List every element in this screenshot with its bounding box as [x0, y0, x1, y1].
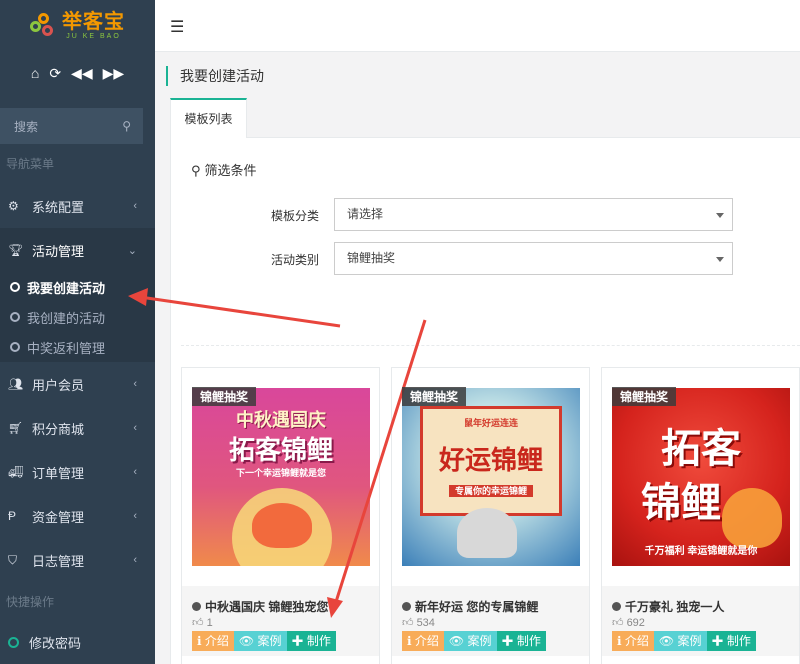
chevron-left-icon: ‹: [133, 422, 137, 434]
dot-icon: [612, 602, 621, 611]
sidebar: 举客宝 JU KE BAO ⌂ ⟳ ◀◀ ▶▶ 搜索 ⚲ 导航菜单 ⚙ 系统配置…: [0, 0, 155, 664]
divider: [181, 345, 800, 346]
logo-subtext: JU KE BAO: [66, 32, 121, 40]
menu-toggle-icon[interactable]: ☰: [170, 17, 184, 37]
filter-row-type: 活动类别 锦鲤抽奖: [171, 242, 800, 276]
category-badge: 锦鲤抽奖: [192, 387, 257, 406]
quick-toolbar: ⌂ ⟳ ◀◀ ▶▶: [0, 52, 155, 94]
intro-button[interactable]: ℹ 介绍: [402, 631, 444, 651]
logo[interactable]: 举客宝 JU KE BAO: [0, 0, 155, 52]
card-title: 中秋遇国庆 锦鲤独宠您: [192, 598, 332, 615]
sidebar-subitem-create-activity[interactable]: 我要创建活动: [0, 272, 155, 302]
circle-icon: [10, 312, 20, 322]
paypal-icon: Ᵽ: [8, 509, 17, 523]
intro-button[interactable]: ℹ 介绍: [192, 631, 234, 651]
sidebar-item-change-password[interactable]: 修改密码: [0, 622, 155, 662]
search-icon[interactable]: ⚲: [122, 119, 131, 133]
category-badge: 锦鲤抽奖: [612, 387, 677, 406]
sidebar-item-members[interactable]: 👥︎ 用户会员 ‹: [0, 362, 155, 406]
card-title: 新年好运 您的专属锦鲤: [402, 598, 542, 615]
poster-image[interactable]: 中秋遇国庆 拓客锦鲤 下一个幸运锦鲤就是您: [192, 388, 370, 566]
gear-icon: ⚙: [8, 199, 19, 213]
card-info: 新年好运 您的专属锦鲤 👍︎ 534 ℹ 介绍 👁︎ 案例 ✚ 制作: [392, 586, 589, 656]
make-button[interactable]: ✚ 制作: [286, 631, 336, 651]
sidebar-subitem-my-activities[interactable]: 我创建的活动: [0, 302, 155, 332]
like-count: 👍︎ 692: [612, 617, 645, 629]
case-button[interactable]: 👁︎ 案例: [653, 631, 707, 651]
trophy-icon: 🏆︎: [8, 243, 24, 257]
make-button[interactable]: ✚ 制作: [706, 631, 756, 651]
sidebar-item-activity-manage[interactable]: 🏆︎ 活动管理 ⌄: [0, 228, 155, 272]
caret-down-icon: [716, 257, 724, 262]
forward-icon[interactable]: ▶▶: [103, 65, 125, 82]
chevron-left-icon: ‹: [133, 554, 137, 566]
sidebar-subitem-prize-rebate[interactable]: 中奖返利管理: [0, 332, 155, 362]
sidebar-item-orders[interactable]: 🚚︎ 订单管理 ‹: [0, 450, 155, 494]
case-button[interactable]: 👁︎ 案例: [443, 631, 497, 651]
search-icon: ⚲: [191, 163, 201, 178]
filter-row-category: 模板分类 请选择: [171, 198, 800, 232]
dot-icon: [192, 602, 201, 611]
main-content: ⚲ 筛选条件 模板分类 请选择 活动类别 锦鲤抽奖 锦鲤抽奖 中秋遇国庆 拓客锦鲤…: [170, 138, 800, 664]
card-title: 千万豪礼 独宠一人: [612, 598, 752, 615]
poster-image[interactable]: 鼠年好运连连 好运锦鲤 专属你的幸运锦鲤: [402, 388, 580, 566]
circle-icon: [10, 342, 20, 352]
nav-header: 导航菜单: [6, 157, 55, 171]
template-card[interactable]: 锦鲤抽奖 拓客 锦鲤 千万福利 幸运锦鲤就是你 千万豪礼 独宠一人 👍︎ 692…: [601, 367, 800, 664]
template-card[interactable]: 锦鲤抽奖 中秋遇国庆 拓客锦鲤 下一个幸运锦鲤就是您 中秋遇国庆 锦鲤独宠您 👍…: [181, 367, 380, 664]
logo-icon: [30, 13, 56, 39]
cart-icon: 🛒︎: [8, 421, 24, 435]
type-select[interactable]: 锦鲤抽奖: [334, 242, 733, 275]
category-select[interactable]: 请选择: [334, 198, 733, 231]
card-info: 千万豪礼 独宠一人 👍︎ 692 ℹ 介绍 👁︎ 案例 ✚ 制作: [602, 586, 799, 656]
poster-image[interactable]: 拓客 锦鲤 千万福利 幸运锦鲤就是你: [612, 388, 790, 566]
sidebar-item-logs[interactable]: ⛉ 日志管理 ‹: [0, 538, 155, 582]
tab-template-list[interactable]: 模板列表: [170, 98, 247, 139]
category-label: 模板分类: [270, 209, 319, 223]
type-label: 活动类别: [270, 253, 319, 267]
chevron-down-icon: ⌄: [127, 244, 137, 257]
refresh-icon[interactable]: ⟳: [49, 65, 61, 82]
truck-icon: 🚚︎: [8, 465, 24, 479]
tab-bar: 模板列表: [170, 98, 800, 139]
sidebar-item-system-config[interactable]: ⚙ 系统配置 ‹: [0, 184, 155, 228]
topbar: ☰: [155, 0, 800, 52]
backward-icon[interactable]: ◀◀: [71, 65, 93, 82]
page-header: 我要创建活动: [155, 52, 800, 98]
chevron-left-icon: ‹: [133, 466, 137, 478]
circle-icon: [10, 282, 20, 292]
sidebar-search[interactable]: 搜索 ⚲: [0, 108, 143, 144]
search-input[interactable]: 搜索: [14, 118, 38, 135]
dot-icon: [402, 602, 411, 611]
filter-title: ⚲ 筛选条件: [191, 163, 257, 178]
card-info: 中秋遇国庆 锦鲤独宠您 👍︎ 1 ℹ 介绍 👁︎ 案例 ✚ 制作: [182, 586, 379, 656]
quick-header: 快捷操作: [6, 595, 55, 609]
make-button[interactable]: ✚ 制作: [496, 631, 546, 651]
shield-icon: ⛉: [8, 552, 18, 567]
chevron-left-icon: ‹: [133, 200, 137, 212]
like-count: 👍︎ 1: [192, 617, 213, 629]
home-icon[interactable]: ⌂: [31, 65, 39, 81]
chevron-left-icon: ‹: [133, 510, 137, 522]
users-icon: 👥︎: [8, 377, 24, 391]
sidebar-item-points-mall[interactable]: 🛒︎ 积分商城 ‹: [0, 406, 155, 450]
sidebar-item-finance[interactable]: Ᵽ 资金管理 ‹: [0, 494, 155, 538]
logo-text: 举客宝: [62, 10, 125, 33]
page-title: 我要创建活动: [166, 66, 264, 86]
intro-button[interactable]: ℹ 介绍: [612, 631, 654, 651]
caret-down-icon: [716, 213, 724, 218]
circle-icon: [8, 636, 19, 648]
like-count: 👍︎ 534: [402, 617, 435, 629]
case-button[interactable]: 👁︎ 案例: [233, 631, 287, 651]
template-card[interactable]: 锦鲤抽奖 鼠年好运连连 好运锦鲤 专属你的幸运锦鲤 新年好运 您的专属锦鲤 👍︎…: [391, 367, 590, 664]
category-badge: 锦鲤抽奖: [402, 387, 467, 406]
chevron-left-icon: ‹: [133, 378, 137, 390]
